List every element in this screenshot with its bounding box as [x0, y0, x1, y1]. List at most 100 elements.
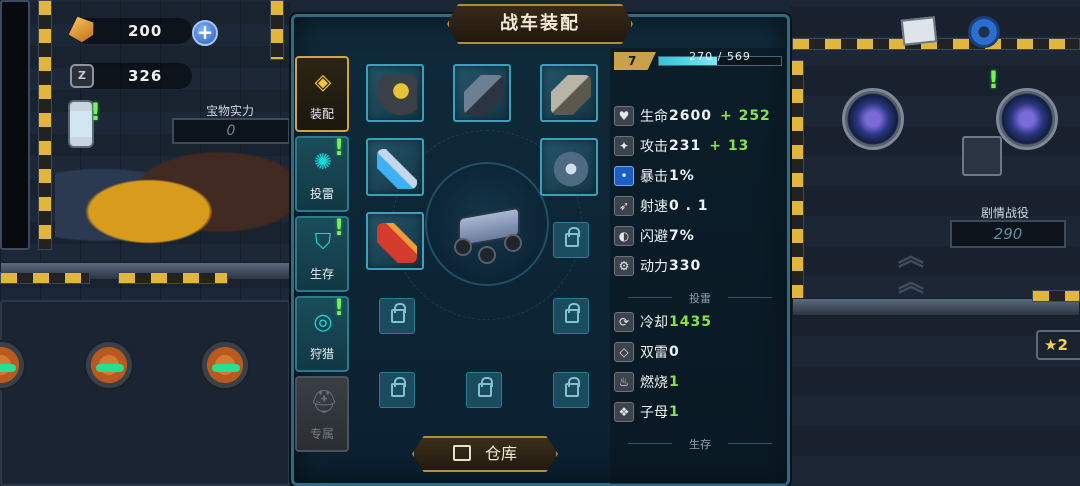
cooldown-icon: ⟳	[614, 312, 634, 332]
turret[interactable]	[200, 340, 250, 390]
warehouse-label: 仓库	[484, 444, 517, 463]
lock-icon	[478, 377, 493, 397]
parts-icon: Z	[70, 64, 94, 88]
locked-slot[interactable]	[379, 298, 415, 334]
locked-slot[interactable]	[553, 372, 589, 408]
cluster-mine-icon: ❖	[614, 402, 634, 422]
stat-name: 动力	[640, 259, 668, 275]
stat-value: 0 . 1	[669, 198, 709, 214]
stat-name: 冷却	[640, 315, 668, 331]
heart-icon: ♥	[614, 106, 634, 126]
stat-value: 0	[669, 344, 680, 360]
shop-machine[interactable]	[962, 136, 1002, 176]
portal[interactable]	[842, 88, 904, 150]
turret[interactable]	[84, 340, 134, 390]
mine-icon: ✺	[313, 150, 333, 175]
alert-icon: !	[333, 136, 344, 161]
tab-survival[interactable]: ⛉ ! 生存	[295, 216, 349, 292]
stat-value: 330	[669, 258, 702, 274]
tab-mine[interactable]: ✺ ! 投雷	[295, 136, 349, 212]
stat-name: 暴击	[640, 169, 668, 185]
star-badge[interactable]: ★2	[1036, 330, 1080, 360]
floor-panel	[0, 300, 290, 486]
lock-icon	[391, 377, 406, 397]
equip-slot-extinguisher[interactable]	[366, 212, 424, 270]
stat-bonus: + 13	[709, 138, 750, 154]
locked-slot[interactable]	[379, 372, 415, 408]
stat-name: 生命	[640, 109, 668, 125]
stat-row: • 暴击 1%	[614, 164, 695, 188]
alert-icon: !	[90, 98, 101, 126]
equip-slot-barrel[interactable]	[453, 64, 511, 122]
stat-name: 闪避	[640, 229, 668, 245]
shield-icon: ⛉	[314, 230, 332, 255]
notice-icon[interactable]	[900, 16, 938, 46]
stat-name: 子母	[640, 405, 668, 421]
stat-name: 燃烧	[640, 375, 668, 391]
equip-slot-gun[interactable]	[540, 64, 598, 122]
warehouse-button[interactable]: 仓库	[412, 436, 558, 472]
vehicle-wheel	[478, 246, 496, 264]
stat-row: ➶ 射速 0 . 1	[614, 194, 709, 218]
story-campaign-label: 剧情战役	[980, 206, 1029, 220]
locked-slot[interactable]	[553, 222, 589, 258]
locked-slot[interactable]	[553, 298, 589, 334]
survival-section-header: 生存	[620, 436, 780, 452]
add-gold-button[interactable]: +	[192, 20, 218, 46]
battle-vehicle[interactable]	[452, 202, 526, 264]
parts-value: 326	[128, 67, 163, 85]
lock-icon	[391, 303, 406, 323]
stat-value: 7%	[669, 228, 695, 244]
xp-text: 270 / 569	[689, 50, 751, 63]
hazard-stripe	[790, 60, 804, 300]
stat-row: ◇ 双雷 0	[614, 340, 680, 364]
cannon-icon	[377, 75, 417, 115]
stat-value: 2600	[669, 108, 712, 124]
locked-slot[interactable]	[466, 372, 502, 408]
lock-icon	[565, 377, 580, 397]
stat-row: ❖ 子母 1	[614, 400, 680, 424]
portal[interactable]	[996, 88, 1058, 150]
dodge-icon: ◐	[614, 226, 634, 246]
tab-exclusive[interactable]: ⛑ 专属	[295, 376, 349, 452]
chip-icon: ◈	[314, 70, 332, 95]
stat-value: 231	[669, 138, 702, 154]
stat-bonus: + 252	[719, 108, 771, 124]
level-bar: 7 270 / 569	[614, 50, 782, 70]
tab-hunt[interactable]: ◎ ! 狩猎	[295, 296, 349, 372]
lock-icon	[565, 227, 580, 247]
crit-icon: •	[614, 166, 634, 186]
stat-name: 双雷	[640, 345, 668, 361]
vehicle-wheel	[454, 238, 472, 256]
stat-name: 攻击	[640, 139, 668, 155]
void-area	[0, 0, 30, 250]
hunt-icon: ◎	[313, 310, 333, 335]
chevron-up-icon: ︽	[898, 268, 925, 298]
equip-slot-missile[interactable]	[366, 138, 424, 196]
equip-slot-armor[interactable]	[540, 138, 598, 196]
treasure-power-label: 宝物实力	[205, 104, 254, 118]
stat-row: ♥ 生命 2600 + 252	[614, 104, 771, 128]
lock-icon	[565, 303, 580, 323]
settings-gear-icon[interactable]	[968, 16, 1000, 48]
panel-title: 战车装配	[447, 4, 633, 44]
extinguisher-icon	[377, 223, 417, 263]
mine-section-header: 投雷	[620, 290, 780, 306]
equip-slot-cannon[interactable]	[366, 64, 424, 122]
fire-rate-icon: ➶	[614, 196, 634, 216]
stat-row: ✦ 攻击 231 + 13	[614, 134, 749, 158]
hazard-stripe	[1032, 290, 1080, 302]
burn-icon: ♨	[614, 372, 634, 392]
story-campaign-value[interactable]: 290	[950, 220, 1066, 248]
alert-icon: !	[333, 296, 344, 321]
tab-label: 生存	[309, 267, 334, 281]
treasure-monster[interactable]	[55, 140, 290, 270]
level-number: 7	[614, 52, 656, 70]
barrel-icon	[464, 75, 504, 115]
attack-icon: ✦	[614, 136, 634, 156]
game-scene: 200 + Z 326 宝物实力 0 ! ! 剧情战役 290 ︽ ︽ ★2 战…	[0, 0, 1080, 486]
stat-name: 射速	[640, 199, 668, 215]
tab-assembly[interactable]: ◈ 装配	[295, 56, 349, 132]
alert-icon: !	[988, 66, 999, 94]
warehouse-icon	[452, 445, 471, 461]
